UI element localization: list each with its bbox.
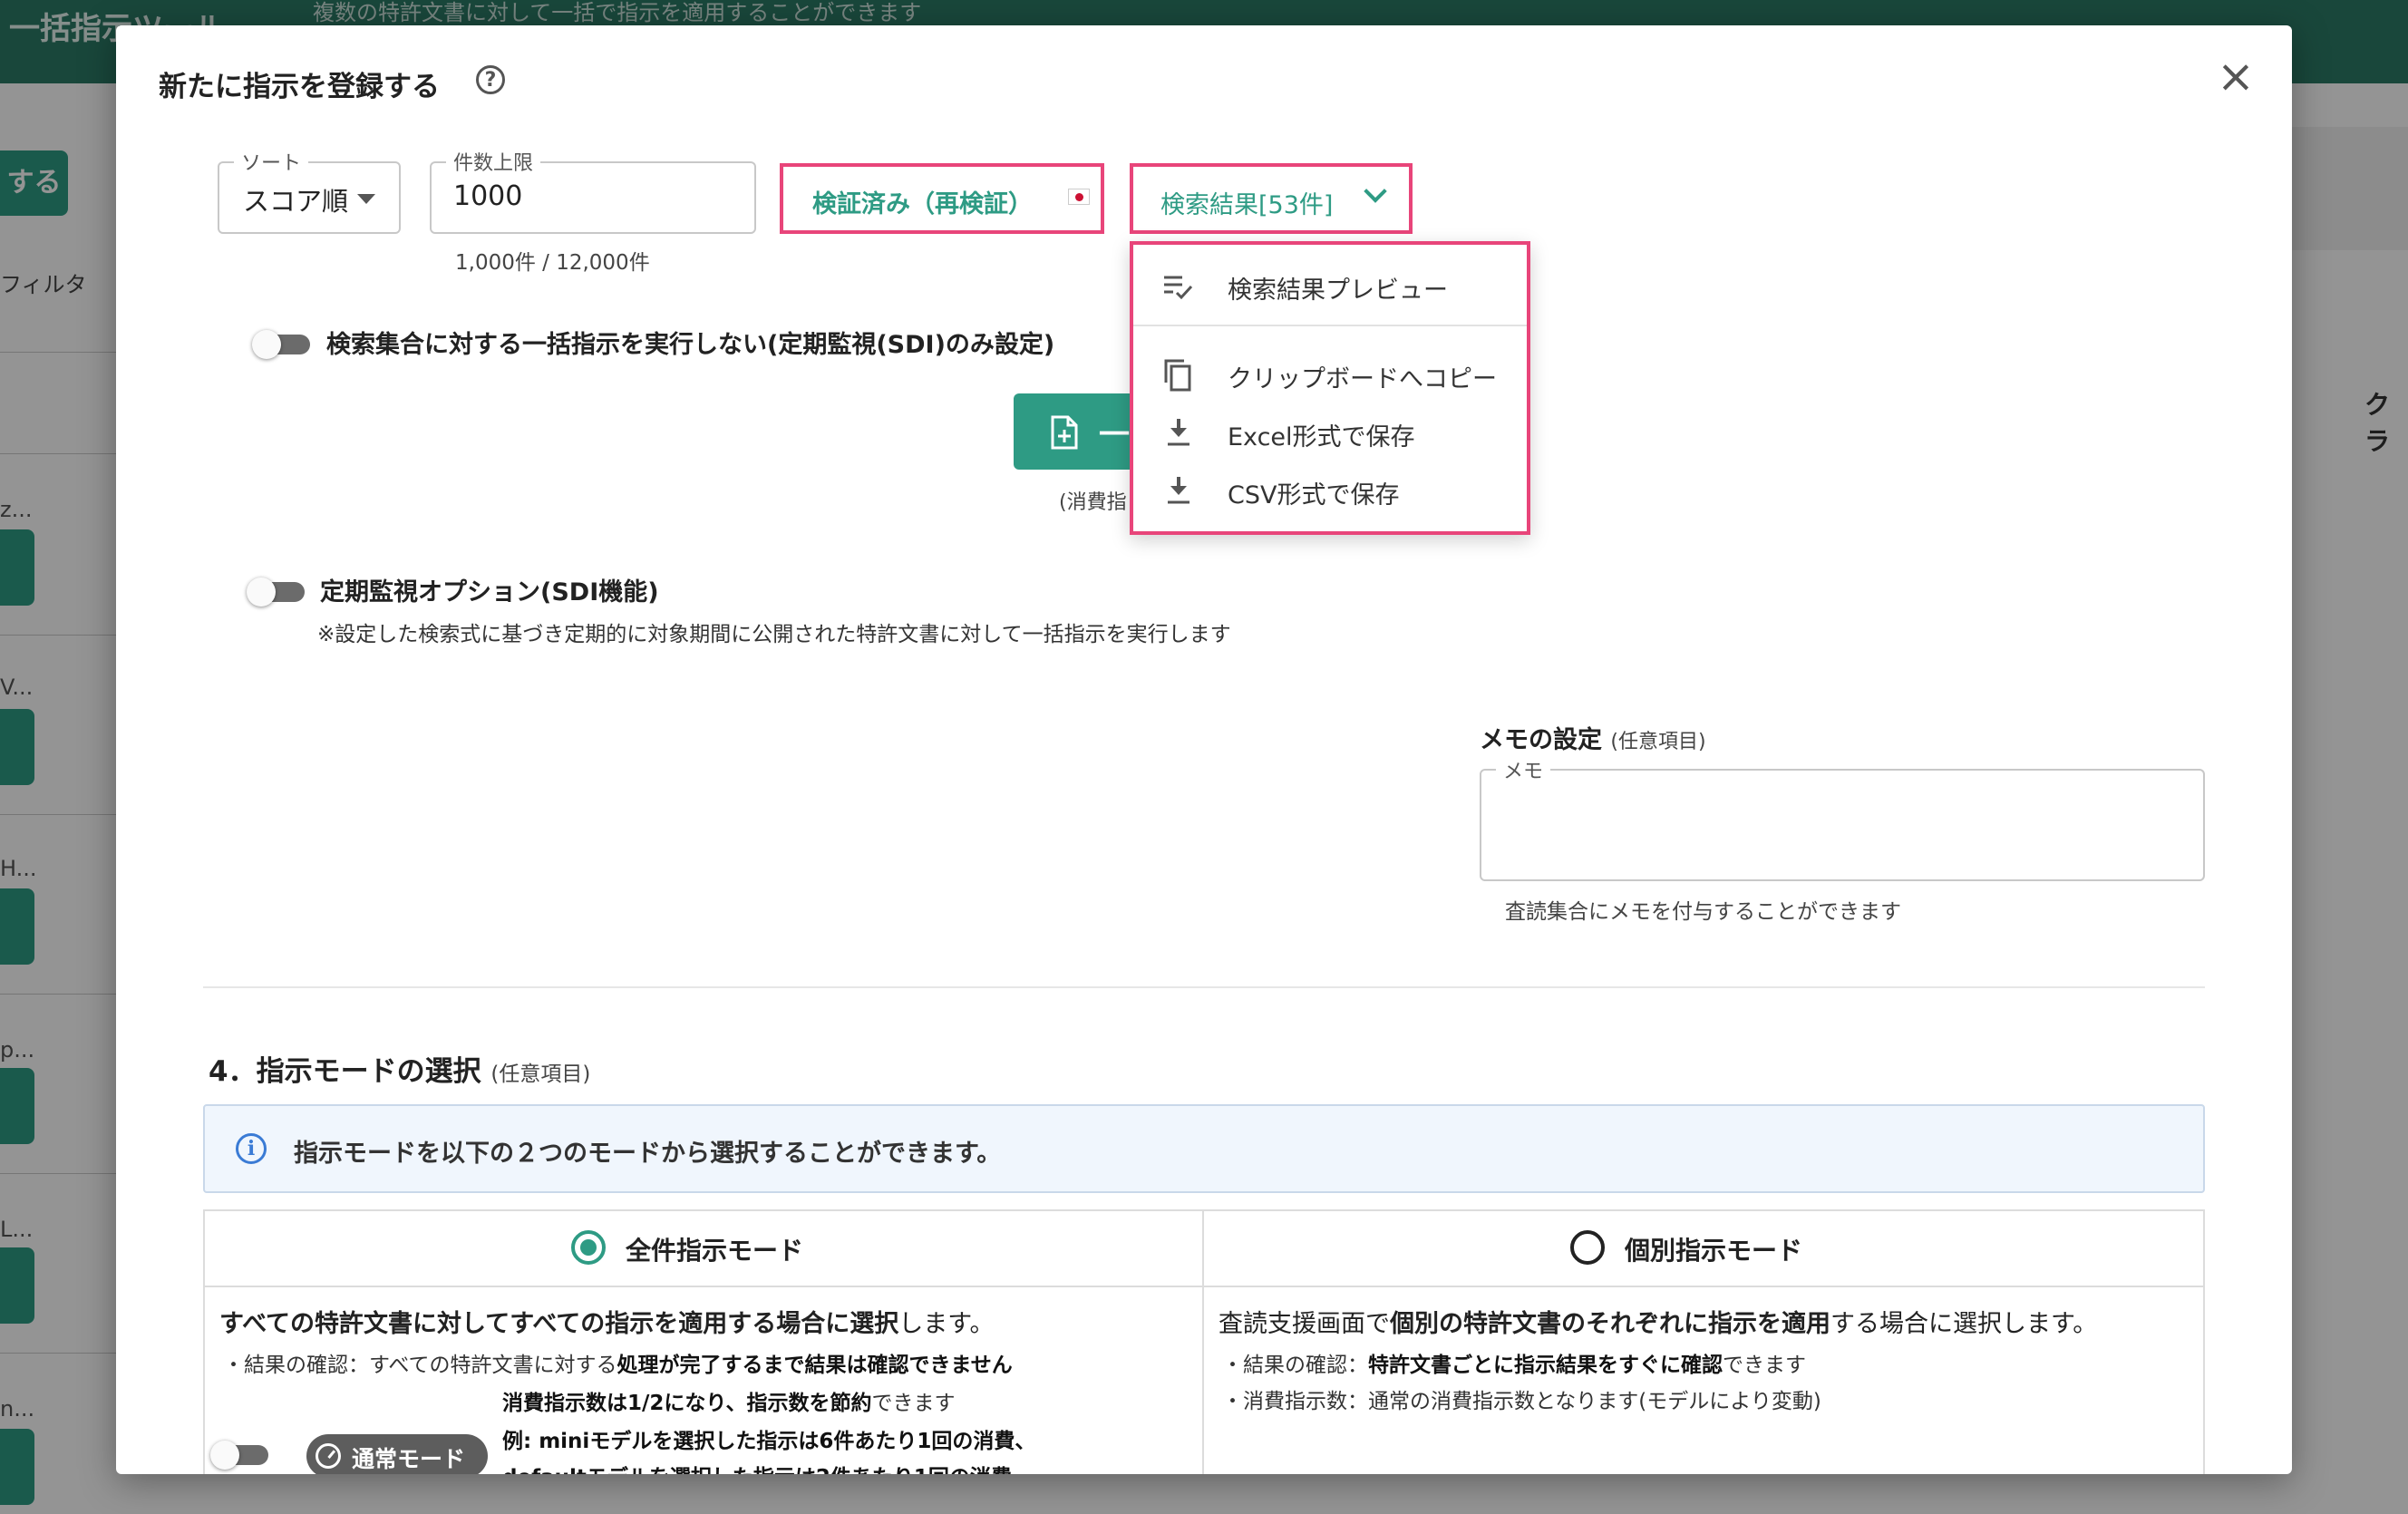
help-icon[interactable]: ? bbox=[476, 65, 505, 94]
all-mode-consumption: 消費指示数は1/2になり、指示数を節約できます bbox=[502, 1385, 956, 1416]
create-instruction-button-label: 一 bbox=[1099, 417, 1130, 453]
individual-mode-result-check-strong: 特許文書ごとに指示結果をすぐに確認 bbox=[1368, 1354, 1723, 1377]
individual-mode-result-check: ・結果の確認：特許文書ごとに指示結果をすぐに確認できます bbox=[1222, 1347, 1806, 1378]
mode-section-title-text: 4．指示モードの選択 bbox=[209, 1055, 481, 1088]
memo-title-text: メモの設定 bbox=[1480, 726, 1602, 754]
menu-item-preview[interactable]: 検索結果プレビュー bbox=[1133, 259, 1527, 314]
all-mode-result-check: ・結果の確認：すべての特許文書に対する処理が完了するまで結果は確認できません bbox=[223, 1347, 1013, 1378]
all-mode-example-mini: 例: miniモデルを選択した指示は6件あたり1回の消費、 bbox=[502, 1430, 1036, 1453]
menu-item-csv-label: CSV形式で保存 bbox=[1228, 481, 1400, 510]
dialog-title: 新たに指示を登録する bbox=[159, 71, 440, 103]
mode-section-title-optional: (任意項目) bbox=[490, 1063, 591, 1086]
no-batch-toggle-thumb[interactable] bbox=[252, 330, 281, 359]
all-mode-radio[interactable] bbox=[571, 1230, 606, 1265]
mode-header-divider bbox=[203, 1286, 2205, 1287]
caret-down-icon bbox=[357, 194, 375, 204]
memo-textarea[interactable] bbox=[1480, 769, 2205, 881]
memo-title-optional: (任意項目) bbox=[1610, 731, 1706, 753]
normal-mode-chip-label: 通常モード bbox=[352, 1446, 466, 1472]
reverify-button-label: 検証済み（再検証） bbox=[812, 190, 1033, 218]
all-mode-result-check-strong: 処理が完了するまで結果は確認できません bbox=[617, 1354, 1013, 1377]
individual-mode-consumption: ・消費指示数：通常の消費指示数となります(モデルにより変動) bbox=[1222, 1390, 1821, 1413]
all-mode-consumption-tail: できます bbox=[871, 1392, 956, 1415]
all-mode-example-default: defaultモデルを選択した指示は2件あたり1回の消費 bbox=[502, 1460, 1012, 1474]
menu-item-csv[interactable]: CSV形式で保存 bbox=[1133, 464, 1527, 519]
mode-section-title: 4．指示モードの選択 (任意項目) bbox=[209, 1048, 590, 1089]
download-icon bbox=[1168, 419, 1189, 446]
menu-item-excel[interactable]: Excel形式で保存 bbox=[1133, 406, 1527, 461]
memo-section-title: メモの設定 (任意項目) bbox=[1480, 720, 1706, 755]
mode-column-divider bbox=[1202, 1209, 1204, 1474]
all-mode-result-check-label: ・結果の確認：すべての特許文書に対する bbox=[223, 1354, 617, 1377]
memo-helper-text: 査読集合にメモを付与することができます bbox=[1505, 900, 1901, 924]
normal-mode-toggle-thumb[interactable] bbox=[210, 1441, 239, 1470]
individual-mode-description-tail: する場合に選択します。 bbox=[1830, 1310, 2098, 1338]
individual-mode-result-check-label: ・結果の確認： bbox=[1222, 1354, 1368, 1377]
limit-input-value: 1000 bbox=[453, 180, 523, 212]
menu-item-copy-label: クリップボードへコピー bbox=[1228, 365, 1497, 393]
mode-info-text: 指示モードを以下の２つのモードから選択することができます。 bbox=[294, 1140, 1002, 1168]
register-instruction-dialog: 新たに指示を登録する ? × ソート スコア順 件数上限 1000 1,000件… bbox=[116, 25, 2292, 1474]
menu-item-excel-label: Excel形式で保存 bbox=[1228, 423, 1415, 451]
all-mode-description-tail: します。 bbox=[898, 1310, 995, 1338]
download-icon bbox=[1168, 477, 1189, 504]
menu-item-preview-label: 検索結果プレビュー bbox=[1228, 277, 1448, 305]
section-divider bbox=[203, 986, 2205, 988]
japan-flag-dot bbox=[1075, 193, 1083, 201]
individual-mode-description-head: 査読支援画面で bbox=[1219, 1310, 1390, 1338]
normal-mode-chip: 通常モード bbox=[306, 1434, 488, 1474]
individual-mode-description: 査読支援画面で個別の特許文書のそれぞれに指示を適用する場合に選択します。 bbox=[1219, 1304, 2097, 1339]
all-mode-description: すべての特許文書に対してすべての指示を適用する場合に選択します。 bbox=[219, 1304, 995, 1339]
sdi-option-label: 定期監視オプション(SDI機能) bbox=[320, 578, 659, 607]
individual-mode-label[interactable]: 個別指示モード bbox=[1625, 1231, 1802, 1267]
close-icon[interactable]: × bbox=[2214, 53, 2258, 100]
individual-mode-description-strong: 個別の特許文書のそれぞれに指示を適用 bbox=[1390, 1310, 1830, 1338]
limit-input-label: 件数上限 bbox=[446, 147, 541, 176]
all-mode-label[interactable]: 全件指示モード bbox=[626, 1231, 803, 1267]
sort-select-label: ソート bbox=[234, 147, 309, 176]
sdi-option-description: ※設定した検索式に基づき定期的に対象期間に公開された特許文書に対して一括指示を実… bbox=[317, 623, 1231, 646]
search-results-button-label: 検索結果[53件] bbox=[1160, 191, 1334, 219]
all-mode-consumption-strong: 消費指示数は1/2になり、指示数を節約 bbox=[502, 1392, 872, 1415]
no-batch-toggle-label: 検索集合に対する一括指示を実行しない(定期監視(SDI)のみ設定) bbox=[326, 331, 1055, 359]
playlist-check-icon bbox=[1164, 276, 1193, 300]
individual-mode-result-check-tail: できます bbox=[1723, 1354, 1806, 1377]
sdi-option-toggle-thumb[interactable] bbox=[247, 577, 276, 607]
file-plus-icon bbox=[1051, 415, 1078, 450]
limit-helper-text: 1,000件 / 12,000件 bbox=[455, 251, 650, 275]
memo-textarea-label: メモ bbox=[1496, 755, 1551, 784]
create-instruction-note: (消費指 bbox=[1059, 491, 1127, 514]
menu-item-copy[interactable]: クリップボードへコピー bbox=[1133, 348, 1527, 403]
sort-select-value: スコア順 bbox=[243, 186, 349, 217]
copy-icon bbox=[1164, 359, 1191, 392]
radio-selected-dot bbox=[580, 1239, 597, 1256]
speedometer-icon bbox=[316, 1443, 341, 1469]
all-mode-description-strong: すべての特許文書に対してすべての指示を適用する場合に選択 bbox=[219, 1310, 899, 1338]
info-icon: i bbox=[236, 1133, 267, 1164]
menu-divider bbox=[1133, 325, 1527, 326]
individual-mode-radio[interactable] bbox=[1570, 1230, 1605, 1265]
